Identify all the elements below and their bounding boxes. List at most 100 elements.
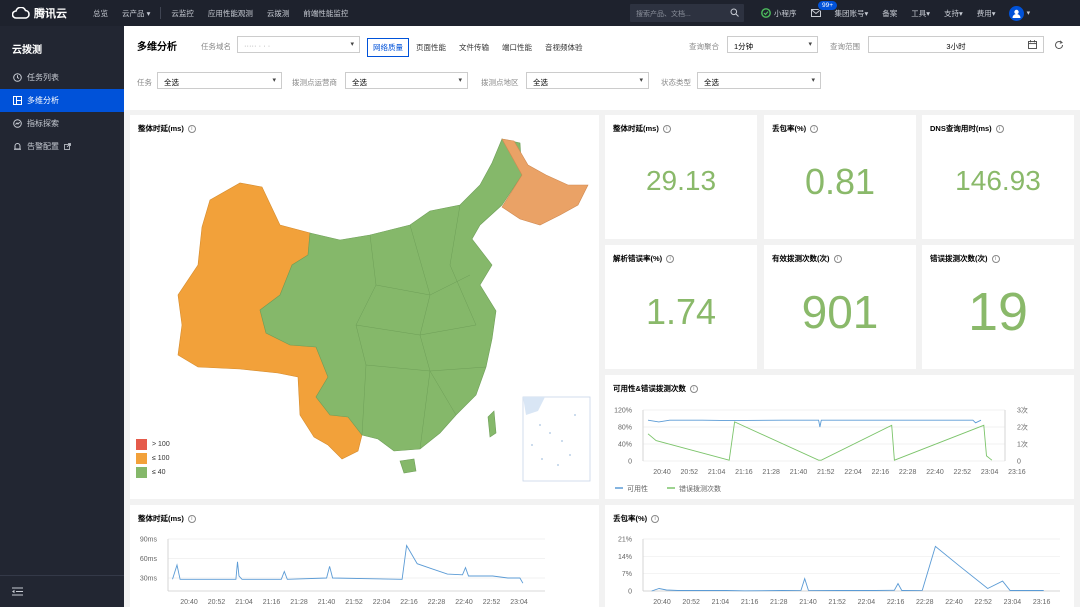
tab-av-experience[interactable]: 音视频体验 [539,38,589,57]
x-tick-label: 22:28 [899,469,917,476]
nav-divider [160,7,162,19]
x-tick-label: 21:16 [735,469,753,476]
packet-loss-chart-panel: 丢包率(%) i 0 7% 14% 21% 20:40 20:52 21:04 21:16 21:… [605,505,1074,607]
x-tick-label: 21:52 [828,599,846,606]
aggregation-select[interactable]: 1分钟 ▾ [727,36,818,53]
page-title: 多维分析 [137,42,177,53]
brand-logo[interactable]: 腾讯云 [0,5,86,21]
x-tick-label: 22:28 [428,599,446,606]
time-range-picker[interactable]: 3小时 [868,36,1044,53]
info-icon: i [810,124,819,133]
x-tick-label: 22:52 [974,599,992,606]
user-icon [1012,9,1021,18]
nav-overview[interactable]: 总览 [86,8,115,19]
map-region-taiwan[interactable] [487,410,497,438]
user-avatar[interactable] [1008,5,1024,21]
x-tick-label: 22:40 [455,599,473,606]
x-tick-label: 21:28 [762,469,780,476]
x-tick-label: 21:04 [708,469,726,476]
x-tick-label: 21:04 [235,599,253,606]
sidebar-item-alarm-config[interactable]: 告警配置 [0,135,124,158]
fee-menu[interactable]: 费用 ▾ [970,8,1003,19]
map-region-hainan[interactable] [399,458,417,474]
x-tick-label: 20:52 [208,599,226,606]
sidebar-item-metric-explore[interactable]: 指标探索 [0,112,124,135]
calendar-icon [1028,40,1037,49]
kpi-card-dns-time: DNS查询用时(ms) i 146.93 [922,115,1074,239]
x-tick-label: 22:04 [373,599,391,606]
x-tick-label: 23:16 [1008,469,1026,476]
support-menu[interactable]: 支持 ▾ [937,8,970,19]
range-label: 查询范围 [830,42,860,51]
tab-port-performance[interactable]: 端口性能 [496,38,538,57]
x-tick-label: 21:28 [290,599,308,606]
mini-program-button[interactable]: 小程序 [754,8,804,19]
sidebar-item-multi-analysis[interactable]: 多维分析 [0,89,124,112]
y-tick-label: 0 [628,589,632,596]
y-tick-left-label: 40% [618,442,632,449]
legend-item-low[interactable]: ≤ 40 [136,465,170,479]
series-line-0 [647,419,982,428]
nav-cloud-probe[interactable]: 云拨测 [260,8,297,19]
kpi-card-valid-probes: 有效拨测次数(次) i 901 [764,245,916,369]
info-icon: i [833,254,842,263]
filter-task-select[interactable]: 全选 ▾ [157,72,282,89]
availability-line-chart: 0 0 40% 1次 80% 2次 120% 3次 20:40 20:52 21:04 21:16 21… [614,406,1028,494]
y-tick-label: 30ms [140,576,158,583]
x-tick-label: 23:04 [510,599,528,606]
x-tick-label: 22:40 [926,469,944,476]
external-link-icon [64,143,71,150]
map-legend: > 100 ≤ 100 ≤ 40 [136,437,170,479]
filter-region-label: 拨测点地区 [481,78,519,87]
tab-file-transfer[interactable]: 文件传输 [453,38,495,57]
y-tick-label: 90ms [140,537,158,544]
legend-item-mid[interactable]: ≤ 100 [136,451,170,465]
sidebar-item-task-list[interactable]: 任务列表 [0,66,124,89]
x-tick-label: 22:16 [887,599,905,606]
filter-region-select[interactable]: 全选 ▾ [526,72,649,89]
chevron-down-icon: ▾ [350,41,354,48]
nav-rum[interactable]: 前端性能监控 [296,8,355,19]
latency-chart-panel: 整体时延(ms) i 30ms 60ms 90ms 20:40 20:52 21:04 21:… [130,505,599,607]
kpi-card-latency: 整体时延(ms) i 29.13 [605,115,757,239]
x-tick-label: 22:52 [483,599,501,606]
global-search-input[interactable]: 搜索产品、文档... [630,4,744,22]
x-tick-label: 23:04 [981,469,999,476]
chevron-down-icon: ▾ [639,77,643,84]
tab-page-performance[interactable]: 页面性能 [410,38,452,57]
y-tick-label: 21% [618,537,632,544]
filter-isp-select[interactable]: 全选 ▾ [345,72,468,89]
series-line-0 [651,545,1044,592]
refresh-icon[interactable] [1054,40,1064,50]
legend-item-high[interactable]: > 100 [136,437,170,451]
search-icon [730,8,739,17]
latency-line-chart: 30ms 60ms 90ms 20:40 20:52 21:04 21:16 21:28 21:… [140,537,545,606]
x-tick-label: 20:52 [681,469,699,476]
nav-products[interactable]: 云产品 ▾ [115,8,157,19]
legend-label: 错误拨测次数 [679,484,721,493]
filter-status-select[interactable]: 全选 ▾ [697,72,821,89]
y-tick-right-label: 3次 [1017,406,1028,415]
info-icon: i [666,254,675,263]
nav-cloud-monitor[interactable]: 云监控 [164,8,201,19]
y-tick-right-label: 2次 [1017,423,1028,432]
x-tick-label: 23:04 [1004,599,1022,606]
brand-name: 腾讯云 [34,8,67,20]
nav-apm[interactable]: 应用性能观测 [201,8,260,19]
x-tick-label: 20:40 [180,599,198,606]
sidebar-collapse-toggle[interactable] [0,575,124,607]
clock-icon [13,73,22,82]
tab-network-quality[interactable]: 网络质量 [367,38,409,57]
china-latency-map [177,138,591,482]
beian-link[interactable]: 备案 [875,8,904,19]
sidebar-title: 云拨测 [12,45,42,56]
x-tick-label: 22:52 [954,469,972,476]
y-tick-left-label: 80% [618,425,632,432]
filter-task-label: 任务 [137,78,152,87]
x-tick-label: 20:52 [682,599,700,606]
x-tick-label: 21:52 [345,599,363,606]
task-domain-select[interactable]: ····· · · · ▾ [237,36,360,53]
cloud-logo-icon [12,7,30,19]
tools-menu[interactable]: 工具 ▾ [904,8,937,19]
series-line-0 [172,544,524,584]
